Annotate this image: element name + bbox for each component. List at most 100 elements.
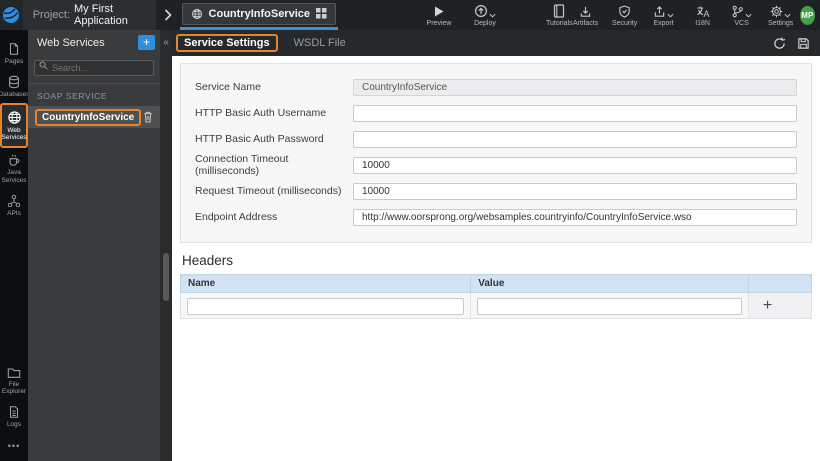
preview-label: Preview — [426, 19, 452, 27]
search-input[interactable] — [34, 60, 154, 76]
security-button[interactable]: Security — [612, 4, 638, 27]
deploy-label: Deploy — [474, 19, 496, 27]
form-row: Request Timeout (milliseconds) — [195, 178, 797, 204]
export-button[interactable]: Export — [651, 4, 677, 27]
toolbar-right-group: Artifacts Security Export A I18N VCS Set… — [573, 0, 794, 30]
artifacts-button[interactable]: Artifacts — [573, 4, 599, 27]
sidebar-item-databases[interactable]: Databases — [0, 70, 30, 103]
sidebar-item-java-services[interactable]: Java Services — [0, 148, 28, 189]
folder-icon — [7, 368, 21, 378]
toolbar-left-group: Preview Deploy Tutorials — [426, 0, 573, 30]
form-row: Connection Timeout (milliseconds) — [195, 152, 797, 178]
sidebar-item-label: Pages — [4, 58, 24, 65]
project-label: Project: — [32, 9, 70, 21]
top-bar: Project: My First Application CountryInf… — [0, 0, 820, 30]
i18n-button[interactable]: A I18N — [690, 4, 716, 27]
sidebar-item-label: APIs — [7, 209, 21, 217]
vcs-button[interactable]: VCS — [729, 4, 755, 27]
sidebar-item-web-services[interactable]: Web Services — [0, 102, 28, 149]
security-label: Security — [611, 19, 638, 27]
project-breadcrumb[interactable]: Project: My First Application — [22, 0, 156, 30]
sidebar-item-pages[interactable]: Pages — [0, 37, 28, 70]
log-file-icon — [9, 406, 19, 418]
wavemaker-logo[interactable] — [0, 0, 23, 30]
add-service-button[interactable]: + — [138, 35, 155, 50]
headers-col-name: Name — [179, 274, 472, 293]
sidebar-item-apis[interactable]: APIs — [0, 189, 28, 222]
deploy-button[interactable]: Deploy — [472, 4, 498, 27]
open-service-tab[interactable]: CountryInfoService — [181, 2, 336, 25]
book-icon — [553, 3, 565, 18]
scrollbar-thumb[interactable] — [163, 253, 169, 301]
tab-wsdl-file[interactable]: WSDL File — [294, 37, 346, 49]
left-rail: Pages Databases Web Services Java Servic… — [0, 30, 30, 461]
shield-icon — [618, 4, 631, 18]
deploy-cloud-icon — [474, 4, 488, 17]
export-label: Export — [653, 19, 674, 27]
web-services-panel: Web Services + SOAP SERVICE CountryInfoS… — [28, 30, 160, 461]
connection-timeout-input[interactable] — [353, 156, 797, 174]
chevron-down-icon — [489, 13, 496, 18]
grid-icon[interactable] — [316, 8, 327, 19]
form-row: HTTP Basic Auth Username — [195, 100, 797, 126]
service-settings-content: Service Name HTTP Basic Auth Username HT… — [172, 56, 820, 461]
panel-collapse-strip: « — [160, 30, 172, 461]
sidebar-item-logs[interactable]: Logs — [0, 400, 28, 433]
add-header-button[interactable]: + — [755, 297, 772, 314]
request-timeout-label: Request Timeout (milliseconds) — [195, 185, 342, 197]
preview-button[interactable]: Preview — [426, 4, 452, 27]
tutorials-label: Tutorials — [546, 19, 573, 27]
headers-table: Name Value + — [179, 274, 813, 319]
soap-service-section-label: SOAP SERVICE — [28, 83, 160, 106]
page-icon — [9, 43, 19, 55]
globe-icon — [191, 8, 202, 19]
service-name-input — [353, 78, 797, 96]
tab-service-settings[interactable]: Service Settings — [176, 34, 278, 52]
header-value-input[interactable] — [477, 298, 742, 315]
settings-button[interactable]: Settings — [768, 4, 794, 27]
auth-password-label: HTTP Basic Auth Password — [195, 133, 324, 145]
settings-label: Settings — [767, 19, 794, 27]
endpoint-address-label: Endpoint Address — [195, 211, 278, 223]
play-icon — [433, 4, 445, 18]
sidebar-item-file-explorer[interactable]: File Explorer — [0, 361, 28, 401]
delete-icon[interactable] — [143, 111, 153, 123]
service-settings-form: Service Name HTTP Basic Auth Username HT… — [180, 63, 812, 243]
service-tab-label: CountryInfoService — [208, 7, 310, 20]
main-content: Service Settings WSDL File Service Name … — [172, 30, 820, 461]
auth-password-input[interactable] — [353, 130, 797, 148]
tutorials-button[interactable]: Tutorials — [546, 3, 573, 27]
header-name-input[interactable] — [187, 298, 465, 315]
headers-col-value: Value — [470, 274, 749, 293]
panel-search — [34, 58, 154, 76]
request-timeout-input[interactable] — [353, 182, 797, 200]
auth-username-input[interactable] — [353, 104, 797, 122]
endpoint-address-input[interactable] — [353, 208, 797, 226]
breadcrumb-chevron-icon — [156, 0, 180, 30]
chevron-down-icon — [667, 13, 674, 18]
svg-text:A: A — [703, 9, 709, 18]
auth-username-label: HTTP Basic Auth Username — [195, 107, 327, 119]
sidebar-item-label: Logs — [6, 421, 22, 429]
chevron-down-icon — [745, 13, 752, 18]
artifacts-label: Artifacts — [572, 19, 599, 27]
sidebar-item-label: Java Services — [1, 169, 27, 184]
headers-section-title: Headers — [182, 253, 234, 268]
more-options-button[interactable]: ••• — [0, 433, 28, 461]
api-nodes-icon — [7, 194, 21, 207]
collapse-panel-button[interactable]: « — [160, 30, 172, 48]
user-avatar[interactable]: MP — [799, 5, 815, 25]
sidebar-item-label: Web Services — [1, 126, 27, 142]
branch-icon — [732, 5, 743, 17]
refresh-button[interactable] — [773, 37, 786, 50]
coffee-cup-icon — [9, 154, 20, 166]
panel-header: Web Services + — [28, 30, 160, 55]
translate-icon: A — [696, 4, 710, 18]
save-button[interactable] — [797, 37, 810, 50]
form-row: Endpoint Address — [195, 204, 797, 230]
app-window: Project: My First Application CountryInf… — [0, 0, 820, 461]
service-list-item[interactable]: CountryInfoService — [28, 106, 160, 128]
logo-icon — [3, 7, 20, 23]
service-item-name: CountryInfoService — [35, 108, 142, 126]
download-icon — [579, 4, 592, 18]
